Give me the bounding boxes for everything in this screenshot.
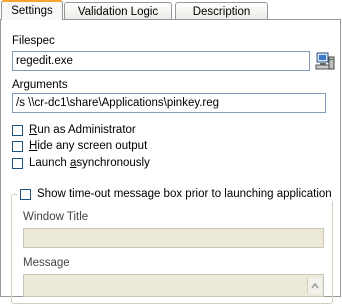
tab-description[interactable]: Description [175,2,268,19]
launch-async-checkbox[interactable]: Launch asynchronously [12,156,150,170]
checkbox-box[interactable] [20,188,31,200]
checkbox-label: Show time-out message box prior to launc… [37,188,332,200]
tab-label: Description [192,6,251,18]
computer-browse-icon [315,52,335,70]
checkbox-box[interactable] [12,157,23,169]
filespec-input[interactable]: regedit.exe [12,51,310,71]
checkbox-label: Hide any screen output [29,140,148,152]
tab-label: Validation Logic [77,6,159,18]
tab-strip: Settings Validation Logic Description [0,0,342,20]
chevron-up-icon [311,282,319,289]
browse-button[interactable] [315,51,335,71]
arguments-input[interactable]: /s \\cr-dc1\share\Applications\pinkey.re… [12,93,326,113]
checkbox-box[interactable] [12,140,23,152]
tab-validation-logic[interactable]: Validation Logic [64,2,172,19]
run-as-admin-checkbox[interactable]: Run as Administrator [12,123,136,137]
arguments-label: Arguments [12,79,68,91]
window-title-input[interactable] [23,228,324,248]
checkbox-box[interactable] [12,124,23,136]
message-label: Message [23,257,70,269]
tab-label: Settings [11,5,53,17]
hide-screen-output-checkbox[interactable]: Hide any screen output [12,139,147,153]
show-timeout-checkbox[interactable]: Show time-out message box prior to launc… [17,187,335,201]
message-textarea[interactable] [23,274,324,297]
checkbox-label: Run as Administrator [29,124,136,136]
window-title-label: Window Title [23,211,89,223]
message-scroll-up-button[interactable] [307,278,322,294]
checkbox-label: Launch asynchronously [29,157,150,169]
filespec-label: Filespec [12,35,55,47]
tab-settings[interactable]: Settings [1,0,63,20]
